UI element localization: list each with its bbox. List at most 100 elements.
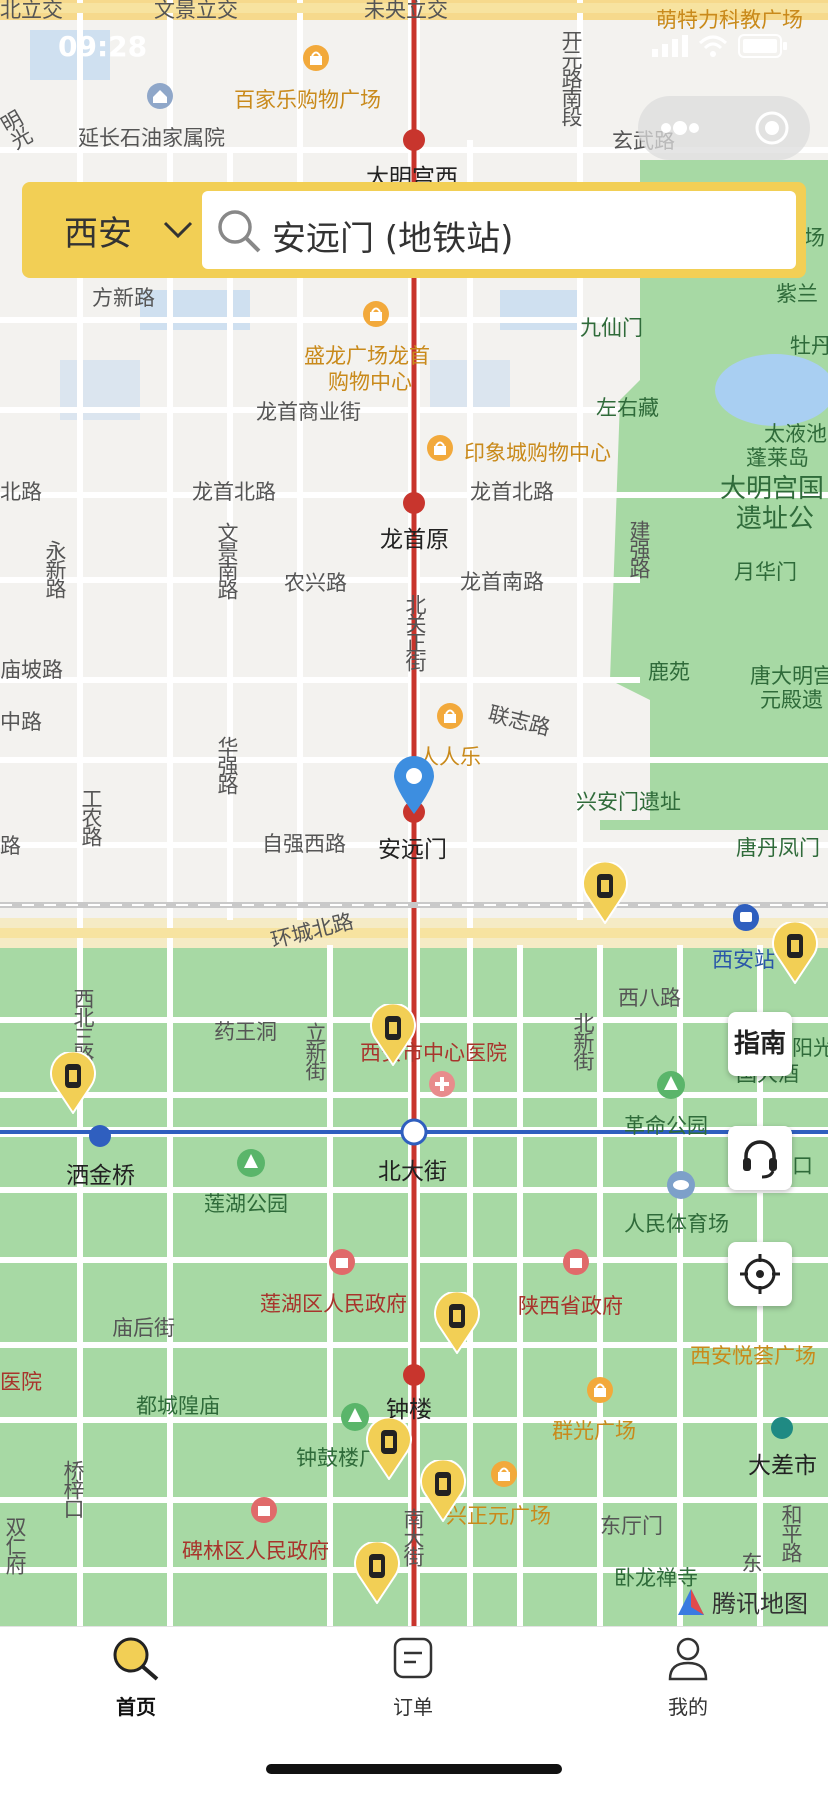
locker-marker-icon[interactable] [366,1418,412,1480]
scenic-label[interactable]: 牡丹 [790,330,828,360]
locker-marker-icon[interactable] [370,1004,416,1066]
scenic-label[interactable]: 唐丹凤门 [736,832,820,862]
road-label: 药王洞 [214,1020,277,1044]
locker-marker-icon[interactable] [582,862,628,924]
poi-label[interactable]: 群光广场 [552,1415,636,1445]
stadium-icon[interactable] [666,1170,696,1200]
scenic-label[interactable]: 月华门 [734,556,797,586]
search-icon [113,1637,159,1681]
scenic-area-label[interactable]: 大明宫国 遗址公 [720,474,824,534]
metro-station-label[interactable]: 安远门 [378,830,447,864]
tab-mine[interactable]: 我的 [628,1635,748,1720]
tab-home[interactable]: 首页 [76,1635,196,1720]
metro-station-label[interactable]: 大差市 [748,1446,817,1480]
orders-icon [393,1637,433,1679]
home-indicator[interactable] [266,1764,562,1774]
locate-icon [740,1254,780,1294]
road-label: 北关正街 [403,594,427,670]
shopping-icon[interactable] [436,702,464,730]
train-station-icon[interactable] [732,904,760,932]
residential-icon[interactable] [146,82,174,110]
tab-orders[interactable]: 订单 [353,1635,473,1720]
road-label: 中路 [0,710,42,734]
road-label: 立新街 [303,1022,327,1079]
scenic-label[interactable]: 口 [792,1150,813,1180]
road-label: 北新街 [571,1012,595,1069]
scenic-area-line: 遗址公 [736,504,815,534]
government-icon[interactable] [250,1496,278,1524]
tab-mine-label: 我的 [668,1695,708,1719]
poi-label[interactable]: 医院 [0,1366,42,1396]
search-bar: 西安 安远门 (地铁站) [22,182,806,278]
scenic-label[interactable]: 场 [804,222,825,252]
poi-label[interactable]: 购物中心 [328,366,412,396]
locker-marker-icon[interactable] [772,922,818,984]
guide-button[interactable]: 指南 [728,1012,792,1076]
metro-station-label[interactable]: 洒金桥 [66,1156,135,1190]
road-label: 龙首北路 [192,480,276,504]
road-label: 自强西路 [262,832,346,856]
wifi-icon [698,35,728,57]
more-options-icon[interactable] [658,118,702,138]
poi-label[interactable]: 西安悦荟广场 [690,1340,816,1370]
tab-home-label: 首页 [116,1695,156,1719]
poi-label[interactable]: 印象城购物中心 [464,437,611,467]
road-label: 桥梓口 [61,1460,85,1517]
location-pin-icon[interactable] [392,754,436,816]
poi-label[interactable]: 百家乐购物广场 [234,84,381,114]
scenic-label[interactable]: 元殿遗 [760,684,823,714]
search-query-text: 安远门 (地铁站) [272,219,514,259]
metro-station-label[interactable]: 北大街 [378,1152,447,1186]
scenic-label[interactable]: 九仙门 [580,312,643,342]
scenic-label[interactable]: 革命公园 [624,1110,708,1140]
close-miniprogram-icon[interactable] [754,110,790,146]
miniprogram-capsule[interactable] [638,96,810,160]
map-watermark: 腾讯地图 [674,1584,808,1619]
chevron-down-icon[interactable] [162,220,194,240]
scenic-label[interactable]: 左右藏 [596,392,659,422]
locker-marker-icon[interactable] [420,1460,466,1522]
locker-marker-icon[interactable] [434,1292,480,1354]
park-icon[interactable] [236,1148,266,1178]
scenic-label[interactable]: 鹿苑 [648,656,690,686]
government-icon[interactable] [328,1248,356,1276]
city-selector[interactable]: 西安 [64,206,132,255]
shopping-icon[interactable] [362,300,390,328]
poi-label[interactable]: 莲湖区人民政府 [260,1288,407,1318]
locker-marker-icon[interactable] [50,1052,96,1114]
park-icon[interactable] [656,1070,686,1100]
scenic-label[interactable]: 都城隍庙 [136,1390,220,1420]
road-label: 龙首北路 [470,480,554,504]
shopping-icon[interactable] [490,1460,518,1488]
road-label: 农兴路 [284,571,347,595]
road-label: 建强路 [627,520,651,577]
status-time: 09:28 [58,30,148,63]
scenic-label[interactable]: 莲湖公园 [204,1188,288,1218]
hospital-icon[interactable] [428,1070,456,1098]
government-icon[interactable] [562,1248,590,1276]
poi-label[interactable]: 碑林区人民政府 [182,1535,329,1565]
road-label: 龙首商业街 [256,400,361,424]
shopping-icon[interactable] [302,44,330,72]
customer-service-button[interactable] [728,1126,792,1190]
battery-icon [738,34,787,58]
poi-label[interactable]: 萌特力科教广场 [656,4,803,34]
scenic-label[interactable]: 紫兰 [776,278,818,308]
signal-icon [652,35,688,57]
search-input[interactable]: 安远门 (地铁站) [202,191,796,269]
search-icon [218,210,261,253]
metro-station-label[interactable]: 西安站 [712,944,775,974]
road-label: 工农路 [79,788,103,845]
watermark-text: 腾讯地图 [712,1590,808,1618]
poi-label[interactable]: 陕西省政府 [518,1290,623,1320]
locate-me-button[interactable] [728,1242,792,1306]
scenic-label[interactable]: 人民体育场 [624,1208,729,1238]
road-label: 东厅门 [600,1514,663,1538]
scenic-label[interactable]: 蓬莱岛 [746,442,809,472]
metro-station-label[interactable]: 龙首原 [380,520,449,554]
locker-marker-icon[interactable] [354,1542,400,1604]
shopping-icon[interactable] [426,434,454,462]
scenic-label[interactable]: 兴安门遗址 [576,786,681,816]
road-label: 文景立交 [154,0,238,22]
shopping-icon[interactable] [586,1376,614,1404]
